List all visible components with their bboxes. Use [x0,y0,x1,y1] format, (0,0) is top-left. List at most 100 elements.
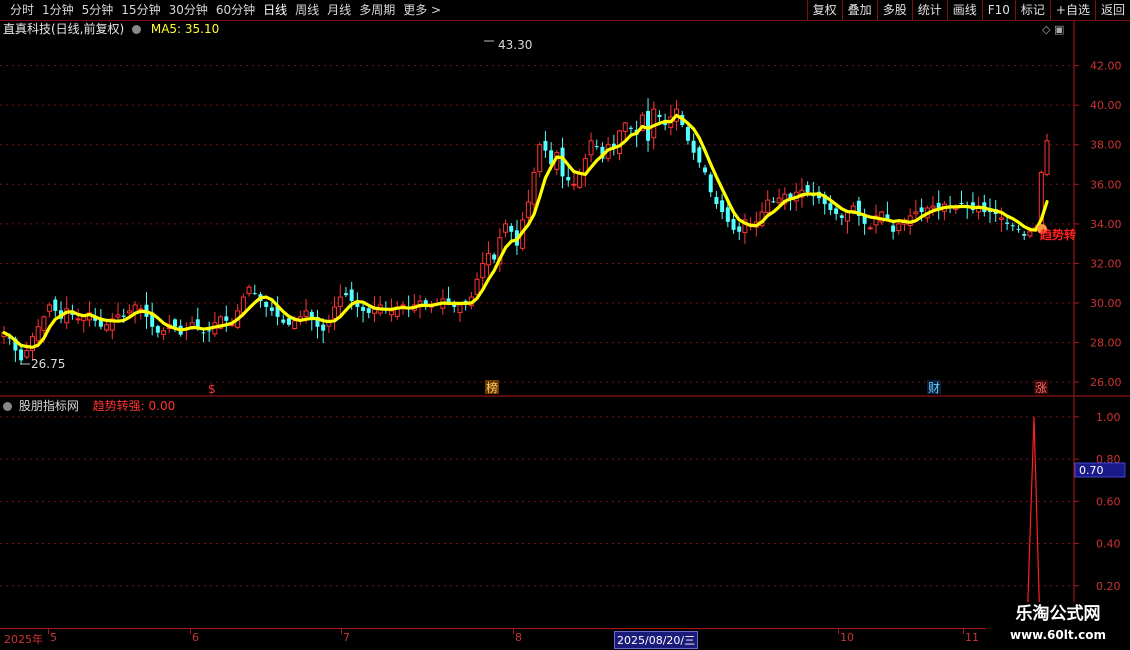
candle-body [126,310,132,314]
candle-body [537,144,543,173]
candle-body [571,183,577,186]
candle-body [691,140,696,153]
candle-body [685,127,690,141]
date-label-nov: 11 [965,631,979,644]
candle-body [708,174,713,193]
candle-body [930,205,936,209]
price-tick-label: 28.00 [1090,337,1122,350]
candle-body [172,319,177,327]
candle-body [531,171,537,205]
low-price-label: 26.75 [31,357,65,371]
candle-body [41,316,47,332]
candle-body [1010,225,1015,227]
date-label-jun: 6 [192,631,199,644]
price-tick-label: 38.00 [1090,139,1122,152]
candle-body [725,207,730,222]
candle-body [332,306,338,319]
candle-body [321,324,326,331]
candle-body [834,208,839,214]
candle-body [646,110,651,141]
candle-body [737,226,742,232]
event-markers: $ 榜 财 涨 [208,380,1048,396]
indicator-name[interactable]: 股朋指标网 [19,399,79,413]
trend-signal-label: 趋势转 [1040,227,1076,242]
candle-body [1022,233,1027,236]
watermark-logo: 乐淘公式网 www.60lt.com [986,602,1130,650]
candle-body [81,316,87,322]
candle-body [1027,231,1033,237]
candle-body [891,225,896,232]
low-annotation: 26.75 [20,357,65,371]
candle-body [998,217,1004,220]
candle-body [845,211,851,222]
candle-body [252,293,257,295]
marker-rise: 涨 [1035,380,1047,395]
indicator-value-box-text: 0.70 [1079,464,1104,477]
candle-body [115,314,121,318]
candle-body [201,332,206,334]
indicator-axis-ticks: 1.000.800.600.400.20 [1074,411,1121,593]
price-tick-label: 40.00 [1090,99,1122,112]
indicator-value: 趋势转强: 0.00 [92,399,176,413]
indicator-tick-label: 0.60 [1096,495,1121,508]
price-tick-label: 30.00 [1090,297,1122,310]
candle-body [776,197,782,204]
high-price-label: 43.30 [498,38,532,52]
candle-body [805,185,810,193]
candle-body [349,289,354,302]
candle-body [19,349,24,361]
kline-chart[interactable]: 42.00 40.00 38.00 36.00 34.00 32.00 30.00 28.00… [0,0,1130,650]
date-label-jul: 7 [343,631,350,644]
candle-body [913,211,919,215]
candle-body [292,320,298,329]
candle-body [104,324,110,331]
candle-body [919,207,924,212]
candle-body [525,201,531,218]
candle-body [1005,222,1010,224]
candle-body [492,254,497,260]
date-label-year: 2025年 [4,633,43,646]
indicator-tick-label: 0.40 [1096,538,1121,551]
candle-body [337,296,343,307]
candle-body [959,203,964,205]
indicator-header: 股朋指标网 趋势转强: 0.00 [3,398,175,414]
candle-body [697,147,702,163]
indicator-spike-line [1026,416,1041,629]
candle-body [457,304,463,314]
date-label-oct: 10 [840,631,854,644]
candle-body [543,140,548,151]
candle-body [24,349,30,358]
candle-body [474,278,480,295]
marker-dollar: $ [208,382,216,396]
candle-body [485,253,491,266]
price-axis-ticks: 42.00 40.00 38.00 36.00 34.00 32.00 30.00 28.00… [1074,60,1122,389]
watermark-url: www.60lt.com [1009,628,1107,642]
signal-annotation: 趋势转 [1037,224,1076,242]
candle-body [47,304,53,312]
price-tick-label: 36.00 [1090,178,1122,191]
candle-body [657,114,662,118]
candle-body [361,306,366,311]
candle-body [828,203,833,211]
candle-body [588,140,594,156]
candle-body [303,310,309,317]
marker-rank: 榜 [486,380,498,395]
candle-body [264,302,269,307]
candle-body [246,286,252,295]
candle-body [731,219,736,230]
candle-body [566,176,571,181]
indicator-tick-label: 1.00 [1096,411,1121,424]
candle-body [714,196,719,205]
watermark-title: 乐淘公式网 [1015,604,1101,624]
candle-body [269,307,274,311]
candle-body [622,122,628,132]
candle-body [161,330,167,335]
indicator-dropdown-icon[interactable] [3,402,12,411]
date-axis: 2025年 5 6 7 8 2025/08/20/三 10 11 [0,628,1130,649]
candle-body [75,318,81,321]
candle-body [366,308,371,313]
candle-body [35,326,41,342]
high-annotation: 43.30 [484,38,532,52]
candle-body [480,262,486,279]
candle-body [765,199,771,214]
